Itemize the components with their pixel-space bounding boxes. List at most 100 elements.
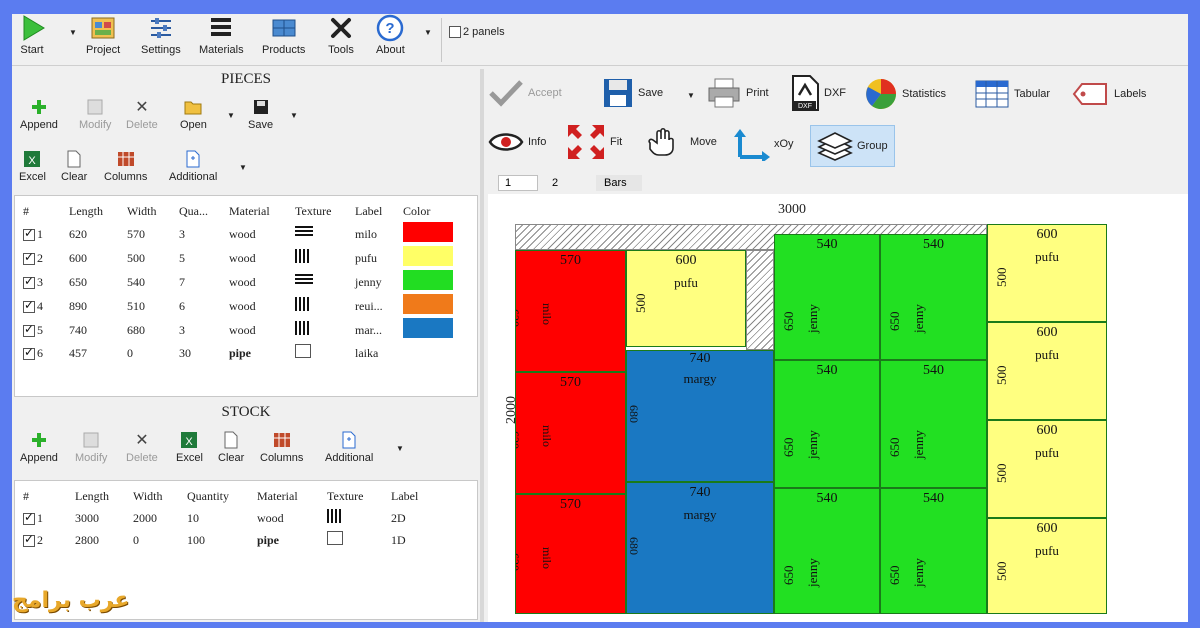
table-row[interactable]: 6 457 0 30 pipe laika [19,342,457,364]
start-button[interactable]: Start [18,14,46,56]
row-checkbox[interactable] [23,345,35,360]
pieces-delete-button[interactable]: ✕ Delete [126,97,158,131]
col-length[interactable]: Length [71,485,129,507]
pieces-open-button[interactable]: Open [180,97,207,131]
piece-block[interactable]: 540 650 jenny [774,360,880,488]
stock-additional-dropdown-icon[interactable]: ▼ [396,444,404,453]
col-quantity[interactable]: Quantity [183,485,253,507]
col-material[interactable]: Material [253,485,323,507]
piece-block[interactable]: 570 620 milo [515,494,626,614]
table-row[interactable]: 5 740 680 3 wood mar... [19,318,457,342]
pieces-clear-button[interactable]: Clear [61,149,87,183]
pieces-modify-button[interactable]: Modify [79,97,111,131]
col-quantity[interactable]: Qua... [175,200,225,222]
info-button[interactable]: Info [488,127,546,157]
piece-block[interactable]: 540 650 jenny [774,488,880,614]
row-checkbox[interactable] [23,298,35,313]
tab-2[interactable]: 2 [552,175,558,191]
stock-clear-button[interactable]: Clear [218,430,244,464]
col-label[interactable]: Label [351,200,399,222]
piece-block[interactable]: 570 620 milo [515,250,626,372]
col-width[interactable]: Width [123,200,175,222]
col-texture[interactable]: Texture [323,485,387,507]
table-row[interactable]: 2 2800 0 100 pipe 1D [19,529,437,551]
row-checkbox[interactable] [23,532,35,547]
col-material[interactable]: Material [225,200,291,222]
piece-block[interactable]: 740 margy 680 [626,350,774,482]
col-number[interactable]: # [19,200,65,222]
print-button[interactable]: Print [706,77,769,109]
col-label[interactable]: Label [387,485,437,507]
row-checkbox[interactable] [23,274,35,289]
fit-button[interactable]: Fit [566,123,622,161]
append-label: Append [20,452,58,464]
stock-columns-button[interactable]: Columns [260,430,303,464]
table-row[interactable]: 1 3000 2000 10 wood 2D [19,507,437,529]
project-button[interactable]: Project [86,14,120,56]
materials-button[interactable]: Materials [199,14,244,56]
row-checkbox[interactable] [23,250,35,265]
save-dropdown-icon[interactable]: ▼ [290,111,298,120]
piece-block[interactable]: 740 margy 680 [626,482,774,614]
accept-button[interactable]: Accept [488,79,562,107]
save-result-button[interactable]: Save [602,77,663,109]
row-checkbox[interactable] [23,322,35,337]
start-dropdown-icon[interactable]: ▼ [69,28,77,37]
row-checkbox[interactable] [23,510,35,525]
products-button[interactable]: Products [262,14,305,56]
piece-block[interactable]: 540 650 jenny [880,488,987,614]
col-color[interactable]: Color [399,200,457,222]
piece-width: 600 [1036,423,1058,438]
pieces-excel-button[interactable]: X Excel [19,149,46,183]
tools-button[interactable]: Tools [327,14,355,56]
pieces-append-button[interactable]: Append [20,97,58,131]
move-button[interactable]: Move [644,127,717,157]
piece-block[interactable]: 570 620 milo [515,372,626,494]
stock-modify-button[interactable]: Modify [75,430,107,464]
col-number[interactable]: # [19,485,71,507]
two-panels-check[interactable] [449,26,461,38]
labels-button[interactable]: Labels [1072,81,1146,107]
piece-block[interactable]: 600 pufu 500 [987,224,1107,322]
about-button[interactable]: ? About [376,14,405,56]
piece-block[interactable]: 600 pufu 500 [987,322,1107,420]
stock-table: # Length Width Quantity Material Texture… [19,485,437,551]
layout-canvas[interactable]: 3000 2000 570 620 milo 570 620 milo 570 … [488,194,1188,622]
pieces-save-button[interactable]: Save [248,97,273,131]
two-panels-checkbox[interactable]: 2 panels [449,26,505,38]
table-row[interactable]: 3 650 540 7 wood jenny [19,270,457,294]
stock-excel-button[interactable]: X Excel [176,430,203,464]
group-button[interactable]: Group [810,125,895,167]
table-row[interactable]: 2 600 500 5 wood pufu [19,246,457,270]
pieces-columns-button[interactable]: Columns [104,149,147,183]
table-row[interactable]: 1 620 570 3 wood milo [19,222,457,246]
tab-bars[interactable]: Bars [596,175,642,191]
col-texture[interactable]: Texture [291,200,351,222]
piece-block[interactable]: 540 650 jenny [774,234,880,360]
stock-additional-button[interactable]: Additional [325,430,373,464]
col-length[interactable]: Length [65,200,123,222]
piece-block[interactable]: 540 650 jenny [880,360,987,488]
save-result-dropdown-icon[interactable]: ▼ [687,91,695,100]
about-dropdown-icon[interactable]: ▼ [424,28,432,37]
tab-1[interactable]: 1 [498,175,538,191]
piece-block[interactable]: 600 pufu 500 [987,420,1107,518]
cell-material: pipe [229,345,252,360]
pieces-additional-button[interactable]: Additional [169,149,217,183]
tabular-button[interactable]: Tabular [974,79,1050,109]
table-row[interactable]: 4 890 510 6 wood reui... [19,294,457,318]
row-checkbox[interactable] [23,226,35,241]
open-dropdown-icon[interactable]: ▼ [227,111,235,120]
stock-delete-button[interactable]: ✕ Delete [126,430,158,464]
col-width[interactable]: Width [129,485,183,507]
piece-block[interactable]: 540 650 jenny [880,234,987,360]
settings-button[interactable]: Settings [141,14,181,56]
piece-block[interactable]: 600 pufu 500 [987,518,1107,614]
floppy-icon [251,97,271,117]
xoy-button[interactable]: xOy [732,127,794,161]
piece-block[interactable]: 600 pufu 500 [626,250,746,347]
dxf-button[interactable]: DXF DXF [790,75,846,111]
stock-append-button[interactable]: Append [20,430,58,464]
additional-dropdown-icon[interactable]: ▼ [239,163,247,172]
statistics-button[interactable]: Statistics [864,77,946,111]
